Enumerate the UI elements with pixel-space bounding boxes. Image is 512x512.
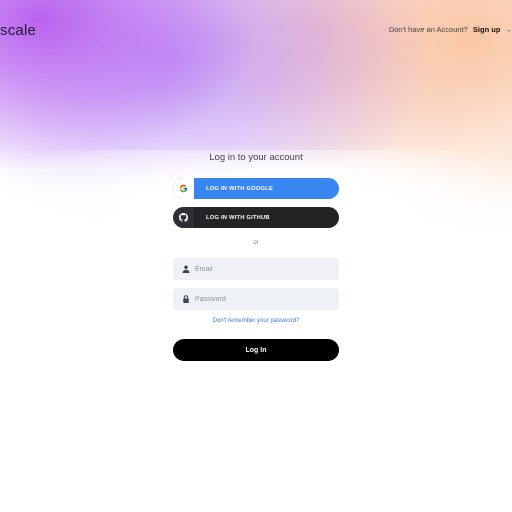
- signup-link[interactable]: Sign up: [473, 25, 501, 34]
- email-input[interactable]: [195, 265, 325, 273]
- login-title: Log in to your account: [209, 152, 303, 163]
- password-input[interactable]: [195, 295, 325, 303]
- login-page: scale Don't have an Account? Sign up → L…: [0, 0, 512, 512]
- signup-bar: Don't have an Account? Sign up →: [389, 25, 512, 34]
- github-login-label: LOG IN WITH GITHUB: [206, 214, 270, 221]
- github-icon: [173, 207, 194, 228]
- signup-prompt: Don't have an Account?: [388, 25, 468, 34]
- email-field[interactable]: [173, 258, 339, 280]
- brand-logo[interactable]: scale: [0, 22, 36, 39]
- github-login-button[interactable]: LOG IN WITH GITHUB: [173, 207, 339, 228]
- user-icon: [182, 265, 190, 273]
- or-divider: or: [253, 240, 259, 246]
- google-login-button[interactable]: LOG IN WITH GOOGLE: [173, 178, 339, 199]
- google-icon: [173, 178, 194, 199]
- password-field[interactable]: [173, 288, 339, 310]
- login-form: Log in to your account LOG IN WITH GOOGL…: [173, 148, 339, 361]
- forgot-password-link[interactable]: Don't remember your password?: [173, 318, 339, 324]
- arrow-right-icon[interactable]: →: [505, 25, 512, 34]
- lock-icon: [182, 295, 190, 303]
- google-login-label: LOG IN WITH GOOGLE: [206, 185, 274, 192]
- login-button[interactable]: Log In: [173, 339, 339, 361]
